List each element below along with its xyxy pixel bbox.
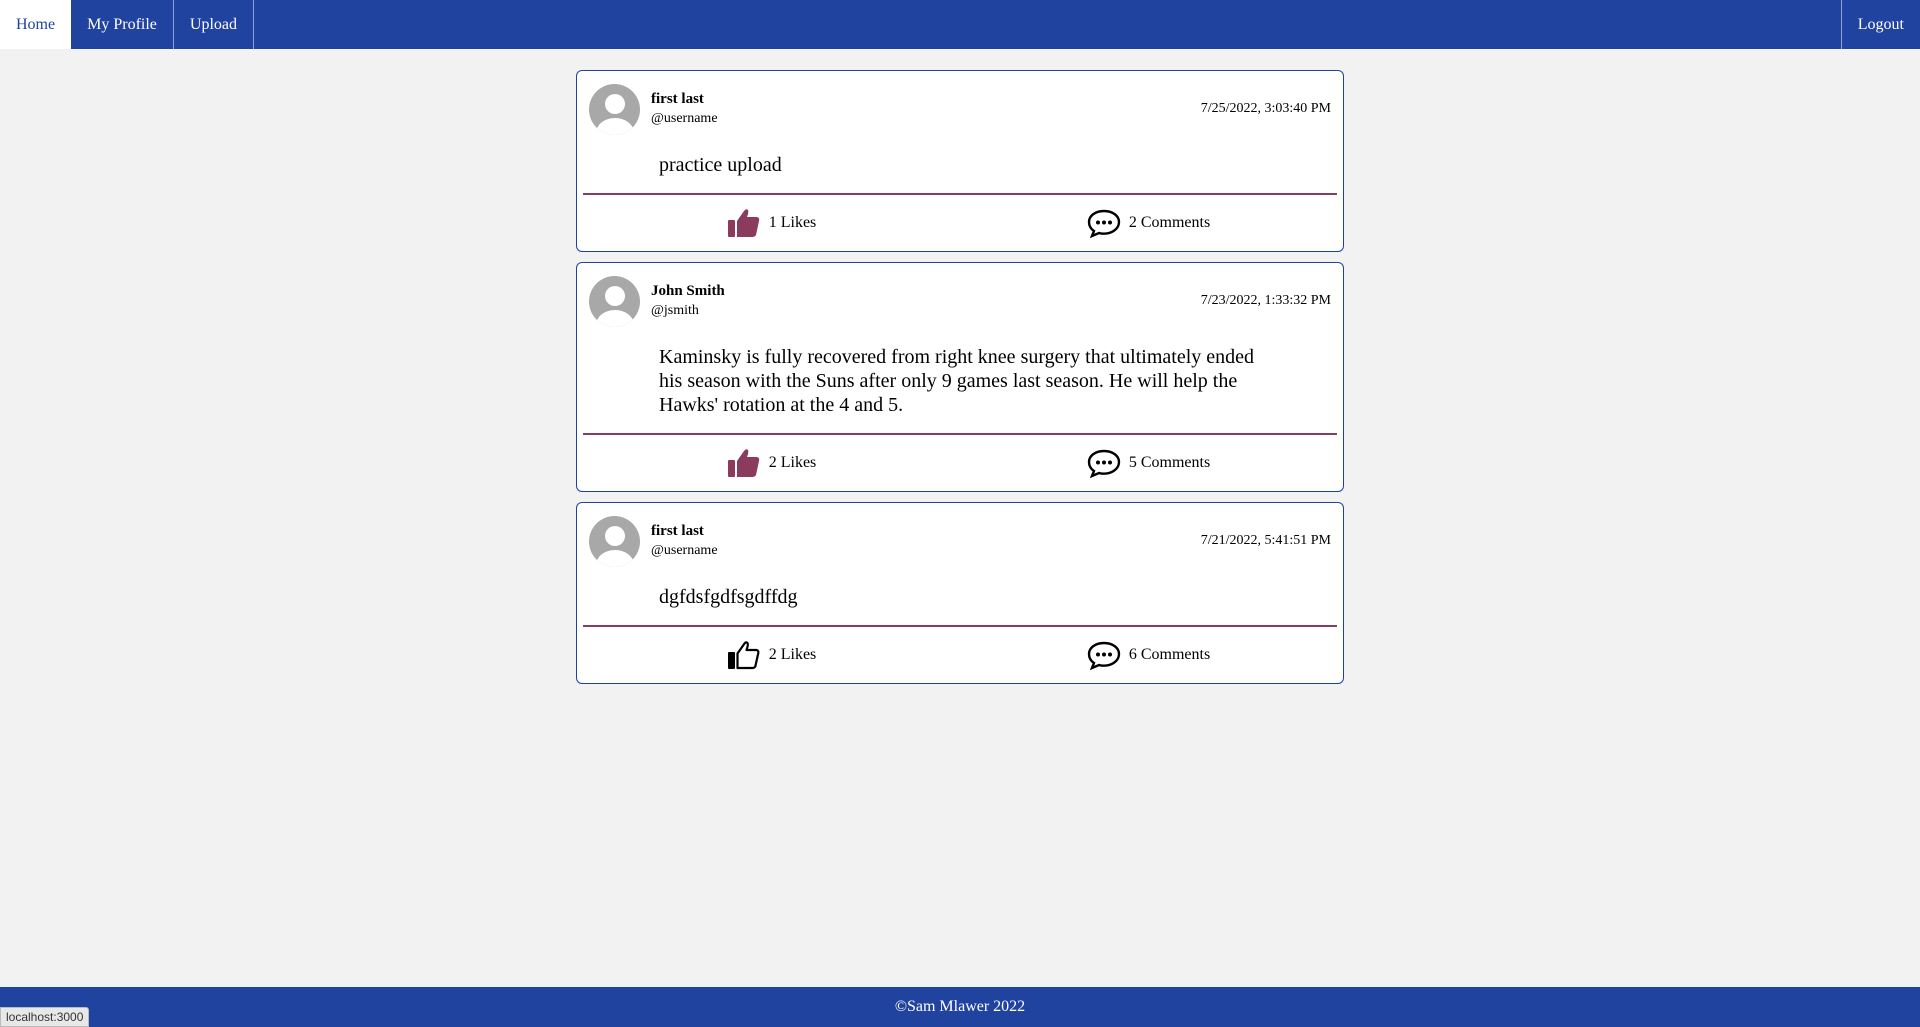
comments-button[interactable]: 2 Comments xyxy=(960,208,1337,238)
post-header: John Smith @jsmith 7/23/2022, 1:33:32 PM xyxy=(583,263,1337,327)
like-count: 2 Likes xyxy=(768,454,817,471)
avatar[interactable] xyxy=(589,275,640,327)
like-count: 1 Likes xyxy=(768,214,817,231)
nav-my-profile-link[interactable]: My Profile xyxy=(71,0,174,49)
post-actions: 2 Likes 6 Comments xyxy=(583,627,1337,683)
speech-bubble-icon xyxy=(1087,209,1121,238)
footer: ©Sam Mlawer 2022 xyxy=(0,987,1920,1027)
like-button[interactable]: 2 Likes xyxy=(583,447,960,479)
post-card: first last @username 7/25/2022, 3:03:40 … xyxy=(576,70,1344,252)
speech-bubble-icon xyxy=(1087,641,1121,670)
comment-count: 6 Comments xyxy=(1128,646,1211,663)
user-handle: @jsmith xyxy=(651,303,699,318)
nav-upload-link[interactable]: Upload xyxy=(174,0,254,49)
user-block: first last @username xyxy=(651,89,718,129)
user-block: John Smith @jsmith xyxy=(651,281,725,321)
like-count: 2 Likes xyxy=(768,646,817,663)
comments-button[interactable]: 5 Comments xyxy=(960,448,1337,478)
avatar[interactable] xyxy=(589,83,640,135)
comment-count: 5 Comments xyxy=(1128,454,1211,471)
avatar[interactable] xyxy=(589,515,640,567)
status-bar-url: localhost:3000 xyxy=(0,1007,90,1027)
post-timestamp: 7/23/2022, 1:33:32 PM xyxy=(1200,293,1331,308)
post-text: Kaminsky is fully recovered from right k… xyxy=(583,327,1337,435)
thumbs-up-filled-icon xyxy=(727,449,759,477)
post-header: first last @username 7/25/2022, 3:03:40 … xyxy=(583,71,1337,135)
user-name[interactable]: John Smith xyxy=(651,281,725,301)
post-actions: 1 Likes 2 Comments xyxy=(583,195,1337,251)
post-timestamp: 7/21/2022, 5:41:51 PM xyxy=(1200,533,1331,548)
nav-home-link[interactable]: Home xyxy=(0,0,72,49)
post-card: John Smith @jsmith 7/23/2022, 1:33:32 PM… xyxy=(576,262,1344,492)
user-handle: @username xyxy=(651,543,718,558)
user-handle: @username xyxy=(651,111,718,126)
comment-count: 2 Comments xyxy=(1128,214,1211,231)
thumbs-up-outline-icon xyxy=(727,641,760,670)
post-header: first last @username 7/21/2022, 5:41:51 … xyxy=(583,503,1337,567)
thumbs-up-filled-icon xyxy=(727,209,759,237)
user-name[interactable]: first last xyxy=(651,521,718,541)
comments-button[interactable]: 6 Comments xyxy=(960,640,1337,670)
logout-link[interactable]: Logout xyxy=(1840,0,1920,49)
user-name[interactable]: first last xyxy=(651,89,718,109)
like-button[interactable]: 2 Likes xyxy=(583,639,960,671)
post-feed: first last @username 7/25/2022, 3:03:40 … xyxy=(576,70,1344,694)
user-block: first last @username xyxy=(651,521,718,561)
post-actions: 2 Likes 5 Comments xyxy=(583,435,1337,491)
top-navbar: Home My Profile Upload Logout xyxy=(0,0,1920,49)
post-text: practice upload xyxy=(583,135,1337,195)
like-button[interactable]: 1 Likes xyxy=(583,207,960,239)
speech-bubble-icon xyxy=(1087,449,1121,478)
post-timestamp: 7/25/2022, 3:03:40 PM xyxy=(1200,101,1331,116)
footer-copyright: ©Sam Mlawer 2022 xyxy=(894,998,1026,1015)
post-text: dgfdsfgdfsgdffdg xyxy=(583,567,1337,627)
post-card: first last @username 7/21/2022, 5:41:51 … xyxy=(576,502,1344,684)
